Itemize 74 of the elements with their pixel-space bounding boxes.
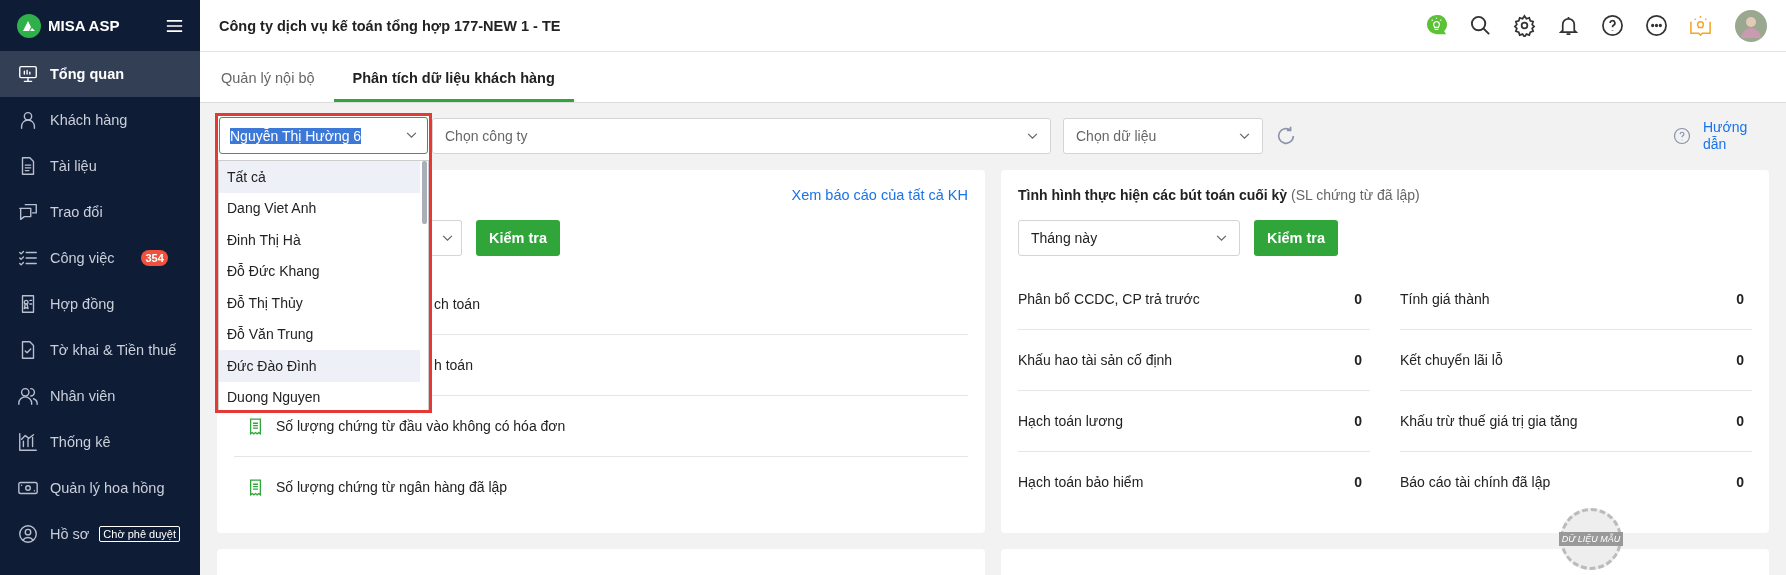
refresh-icon[interactable] xyxy=(1275,125,1297,147)
guide-link[interactable]: Hướng dẫn xyxy=(1703,118,1755,154)
metric-value: 0 xyxy=(1736,352,1744,368)
chevron-icon xyxy=(406,132,417,139)
metric-label: ch toán xyxy=(434,296,480,312)
metric-label: h toán xyxy=(434,357,473,373)
company-title: Công ty dịch vụ kế toán tổng hợp 177-NEW 1 - TE xyxy=(219,17,562,34)
metric-value: 0 xyxy=(1736,413,1744,429)
status-tag: Chờ phê duyệt xyxy=(99,526,180,542)
dropdown-option[interactable]: Đỗ Thị Thủy xyxy=(219,287,420,319)
data-select[interactable]: Chọn dữ liệu xyxy=(1063,118,1263,154)
bell-icon[interactable] xyxy=(1557,14,1580,37)
customer-select[interactable]: Nguyễn Thị Hường 6 xyxy=(219,117,428,154)
nav-icon xyxy=(17,201,39,223)
dropdown-option[interactable]: Đức Đào Đình xyxy=(219,350,420,382)
metric-label: Tính giá thành xyxy=(1400,291,1490,307)
tab[interactable]: Phân tích dữ liệu khách hàng xyxy=(333,70,574,102)
metric-value: 0 xyxy=(1736,474,1744,490)
metric-label: Khấu trừ thuế giá trị gia tăng xyxy=(1400,413,1578,429)
dropdown-option[interactable]: Tất cả xyxy=(219,161,420,193)
count-badge: 354 xyxy=(141,250,168,266)
chevron-icon xyxy=(1216,234,1227,242)
metric-label: Số lượng chứng từ đầu vào không có hóa đơn xyxy=(276,418,566,434)
sidebar-item[interactable]: Hợp đồng xyxy=(0,281,200,327)
logo-icon xyxy=(17,13,41,38)
sidebar-item[interactable]: Công việc 354 xyxy=(0,235,200,281)
sidebar-item[interactable]: Khách hàng xyxy=(0,97,200,143)
scrollbar-thumb[interactable] xyxy=(422,161,427,224)
metric-value: 0 xyxy=(1736,291,1744,307)
chevron-icon xyxy=(1027,132,1038,140)
sidebar-item[interactable]: Thống kê xyxy=(0,419,200,465)
sidebar-item[interactable]: Quản lý hoa hồng xyxy=(0,465,200,511)
card-title: Tình hình thực hiện các bút toán cuối kỳ (SL chứng từ đã lập) xyxy=(1018,187,1420,203)
settings-icon[interactable] xyxy=(1513,14,1536,37)
company-select[interactable]: Chọn công ty xyxy=(432,118,1051,154)
nav-icon xyxy=(17,63,39,85)
help-icon[interactable] xyxy=(1601,14,1624,37)
metric-label: Khấu hao tài sản cố định xyxy=(1018,352,1173,368)
metric-value: 0 xyxy=(1354,413,1362,429)
search-icon[interactable] xyxy=(1469,14,1492,37)
sidebar-item[interactable]: Tổng quan xyxy=(0,51,200,97)
dropdown-option[interactable]: Duong Nguyen xyxy=(219,381,420,410)
period-select[interactable]: Tháng này xyxy=(1018,220,1240,256)
sidebar-item[interactable]: Hồ sơ Chờ phê duyệt xyxy=(0,511,200,557)
dropdown-option[interactable]: Dang Viet Anh xyxy=(219,192,420,224)
receipt-icon xyxy=(249,417,262,435)
help-icon xyxy=(1673,127,1691,145)
sidebar-item[interactable]: Nhân viên xyxy=(0,373,200,419)
tab[interactable]: Quản lý nội bộ xyxy=(202,70,334,102)
menu-icon[interactable] xyxy=(166,18,183,33)
metric-label: Kết chuyển lãi lỗ xyxy=(1400,352,1503,368)
metric-value: 0 xyxy=(1354,291,1362,307)
chevron-icon xyxy=(442,234,453,242)
metric-label: Phân bổ CCDC, CP trả trước xyxy=(1018,291,1200,307)
app-logo-text: MISA ASP xyxy=(48,17,121,34)
view-all-report-link[interactable]: Xem báo cáo của tất cả KH xyxy=(791,187,968,203)
sidebar-item[interactable]: Tài liệu xyxy=(0,143,200,189)
dropdown-option[interactable]: Đinh Thị Hà xyxy=(219,224,420,256)
nav-icon xyxy=(17,431,39,453)
nav-icon xyxy=(17,385,39,407)
metric-value: 0 xyxy=(1354,474,1362,490)
chevron-icon xyxy=(1239,132,1250,140)
sidebar-item[interactable]: Tờ khai & Tiền thuế xyxy=(0,327,200,373)
sidebar-item[interactable]: Trao đổi xyxy=(0,189,200,235)
dropdown-option[interactable]: Đỗ Văn Trung xyxy=(219,318,420,350)
nav-icon xyxy=(17,523,39,545)
metric-value: 0 xyxy=(1354,352,1362,368)
more-icon[interactable] xyxy=(1645,14,1668,37)
metric-label: Hạch toán bảo hiểm xyxy=(1018,474,1144,490)
dropdown-option[interactable]: Đỗ Đức Khang xyxy=(219,255,420,287)
metric-label: Báo cáo tài chính đã lập xyxy=(1400,474,1551,490)
metric-label: Số lượng chứng từ ngân hàng đã lập xyxy=(276,479,508,495)
receipt-icon xyxy=(249,478,262,496)
metric-label: Hạch toán lương xyxy=(1018,413,1123,429)
